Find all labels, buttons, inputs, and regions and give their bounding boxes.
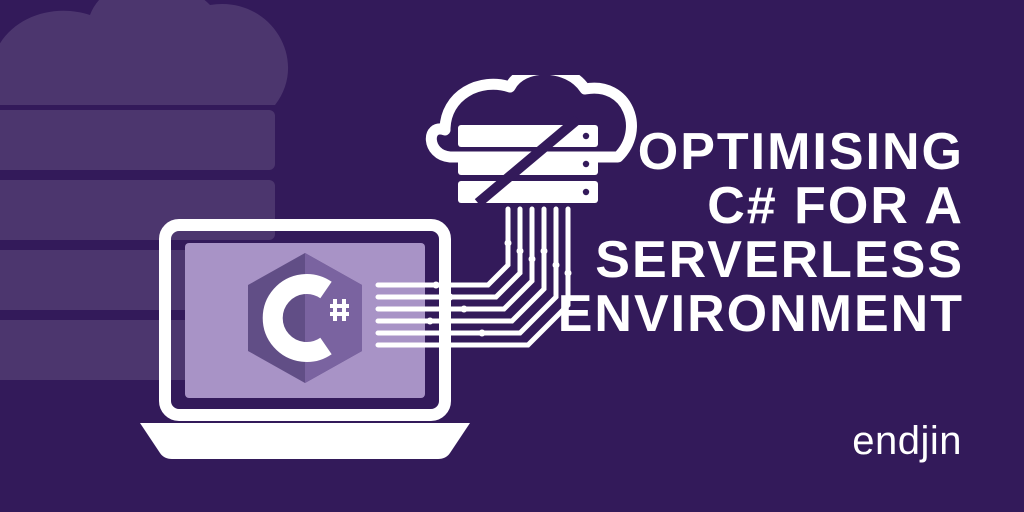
brand-logo: endjin [852,419,962,464]
headline-line-4: ENVIRONMENT [558,287,964,341]
headline-line-1: OPTIMISING [558,125,964,179]
headline-line-2: C# FOR A [558,179,964,233]
headline: OPTIMISING C# FOR A SERVERLESS ENVIRONME… [558,125,964,341]
headline-line-3: SERVERLESS [558,233,964,287]
